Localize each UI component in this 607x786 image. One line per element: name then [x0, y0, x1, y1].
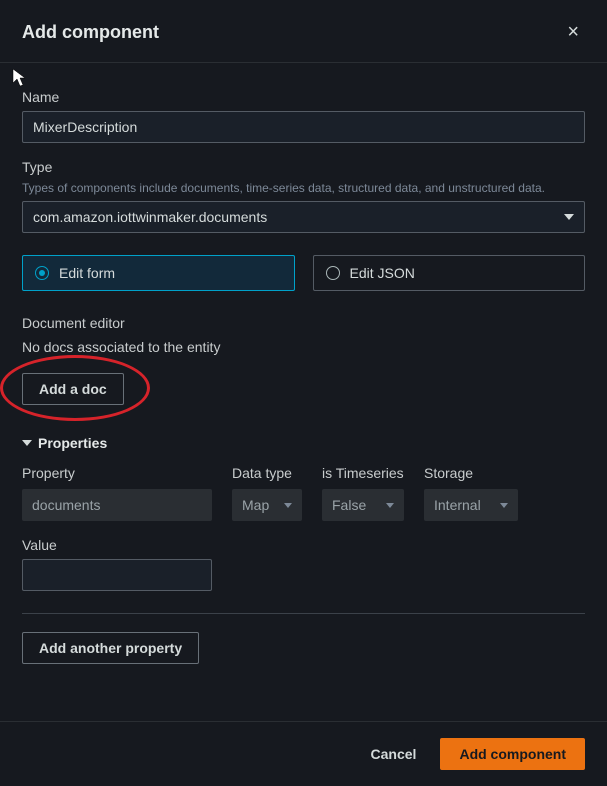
- modal-header: Add component ×: [0, 0, 607, 63]
- close-button[interactable]: ×: [561, 18, 585, 46]
- add-doc-button[interactable]: Add a doc: [22, 373, 124, 405]
- col-is-timeseries: is Timeseries: [322, 465, 404, 481]
- type-select[interactable]: com.amazon.iottwinmaker.documents: [22, 201, 585, 233]
- edit-form-radio[interactable]: Edit form: [22, 255, 295, 291]
- data-type-value: Map: [242, 497, 269, 513]
- modal-title: Add component: [22, 22, 159, 43]
- value-label: Value: [22, 537, 585, 553]
- document-editor-empty: No docs associated to the entity: [22, 339, 585, 355]
- data-type-select[interactable]: Map: [232, 489, 302, 521]
- properties-grid: Property Data type is Timeseries Storage…: [22, 465, 585, 521]
- col-data-type: Data type: [232, 465, 302, 481]
- properties-label: Properties: [38, 435, 107, 451]
- type-help-text: Types of components include documents, t…: [22, 181, 585, 195]
- name-input[interactable]: [22, 111, 585, 143]
- edit-form-label: Edit form: [59, 265, 115, 281]
- name-label: Name: [22, 89, 585, 105]
- document-editor-label: Document editor: [22, 315, 585, 331]
- edit-json-radio[interactable]: Edit JSON: [313, 255, 586, 291]
- modal-footer: Cancel Add component: [0, 721, 607, 786]
- chevron-down-icon: [22, 440, 32, 446]
- chevron-down-icon: [564, 214, 574, 220]
- type-select-value: com.amazon.iottwinmaker.documents: [33, 209, 267, 225]
- divider: [22, 613, 585, 614]
- radio-icon: [326, 266, 340, 280]
- add-component-button[interactable]: Add component: [440, 738, 585, 770]
- name-field-group: Name: [22, 89, 585, 143]
- chevron-down-icon: [386, 503, 394, 508]
- property-name-value: documents: [32, 497, 100, 513]
- add-doc-wrap: Add a doc: [22, 373, 124, 405]
- radio-icon: [35, 266, 49, 280]
- chevron-down-icon: [284, 503, 292, 508]
- value-input[interactable]: [22, 559, 212, 591]
- col-storage: Storage: [424, 465, 518, 481]
- edit-json-label: Edit JSON: [350, 265, 415, 281]
- add-property-button[interactable]: Add another property: [22, 632, 199, 664]
- is-timeseries-select[interactable]: False: [322, 489, 404, 521]
- storage-value: Internal: [434, 497, 481, 513]
- chevron-down-icon: [500, 503, 508, 508]
- storage-select[interactable]: Internal: [424, 489, 518, 521]
- type-field-group: Type Types of components include documen…: [22, 159, 585, 233]
- cancel-button[interactable]: Cancel: [363, 740, 425, 768]
- add-component-modal: Add component × Name Type Types of compo…: [0, 0, 607, 786]
- value-field-group: Value: [22, 537, 585, 591]
- close-icon: ×: [567, 21, 579, 43]
- properties-toggle[interactable]: Properties: [22, 435, 585, 451]
- edit-mode-group: Edit form Edit JSON: [22, 255, 585, 291]
- property-name-input: documents: [22, 489, 212, 521]
- type-label: Type: [22, 159, 585, 175]
- is-timeseries-value: False: [332, 497, 366, 513]
- modal-body: Name Type Types of components include do…: [0, 63, 607, 721]
- col-property: Property: [22, 465, 212, 481]
